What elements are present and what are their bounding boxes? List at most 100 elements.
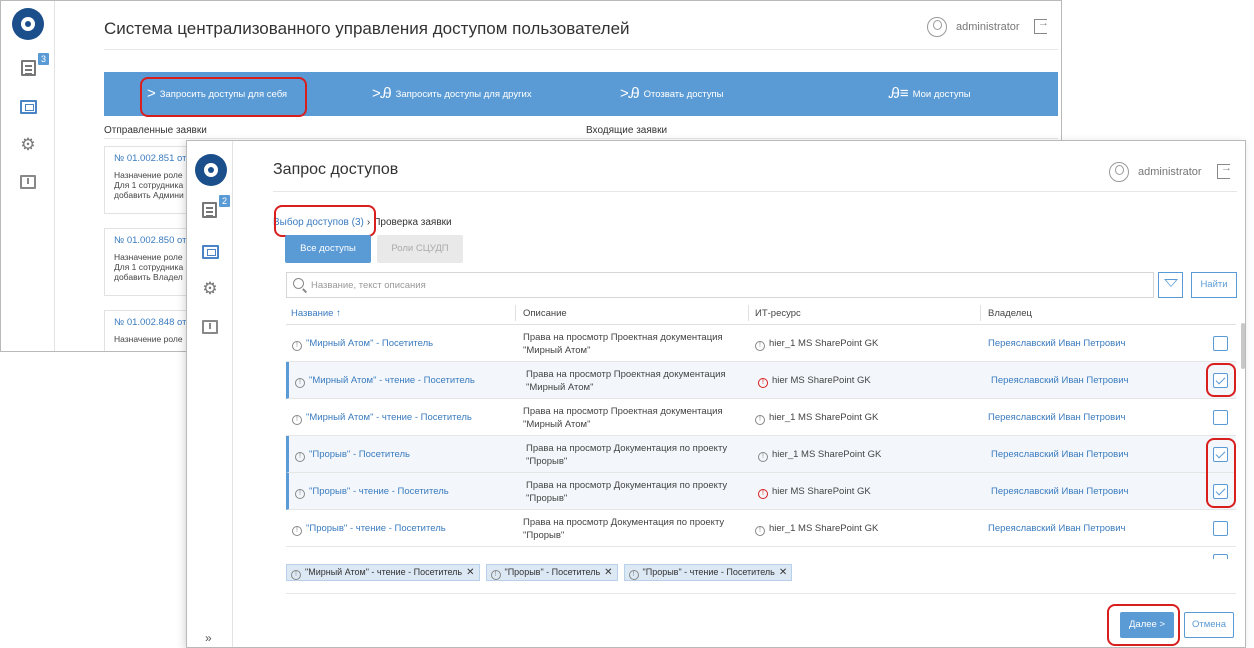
info-icon: ! <box>291 570 301 580</box>
chip-remove-icon[interactable]: ✕ <box>604 567 612 578</box>
page-title: Запрос доступов <box>273 161 399 178</box>
table-row[interactable]: ! "Мирный Атом" - чтение - Посетитель Пра… <box>286 399 1236 436</box>
user-name[interactable]: administrator <box>1138 166 1202 178</box>
resource-cell: ! hier_1 MS SharePoint GK <box>755 523 878 536</box>
info-icon[interactable]: ! <box>295 378 305 388</box>
request-number[interactable]: № 01.002.848 от <box>114 317 194 328</box>
logout-icon[interactable] <box>1034 17 1049 34</box>
alert-icon[interactable]: ! <box>758 378 768 388</box>
resource-cell: ! hier MS SharePoint GK <box>758 486 871 499</box>
request-line: Для 1 сотрудника <box>114 180 184 190</box>
request-line: добавить Админи <box>114 190 184 200</box>
info-icon[interactable]: ! <box>755 526 765 536</box>
owner-link[interactable]: Переяславский Иван Петрович <box>991 375 1128 386</box>
access-description: Права на просмотр Документация по проект… <box>526 443 728 467</box>
table-row[interactable]: ! "Прорыв" - чтение - Посетитель Права на… <box>286 473 1236 510</box>
info-icon[interactable]: ! <box>758 452 768 462</box>
user-arrow-icon: >Ꭿ <box>372 85 392 102</box>
nav-label: Запросить доступы для других <box>395 89 532 100</box>
resource-name: hier_1 MS SharePoint GK <box>769 523 879 534</box>
table-scrollbar[interactable] <box>1241 323 1245 369</box>
column-header-owner[interactable]: Владелец <box>988 308 1032 319</box>
access-name-link[interactable]: ! "Прорыв" - Посетитель <box>295 449 410 462</box>
find-button[interactable]: Найти <box>1191 272 1237 298</box>
access-name[interactable]: "Прорыв" - чтение - Посетитель <box>309 486 449 497</box>
nav-my-access[interactable]: Ꭿ≡ Мои доступы <box>889 72 971 116</box>
feedback-icon[interactable] <box>202 320 218 334</box>
tab-all-access[interactable]: Все доступы <box>285 235 371 263</box>
monitor-icon[interactable] <box>202 245 219 259</box>
access-name-link[interactable]: ! "Мирный Атом" - Посетитель <box>292 338 433 351</box>
monitor-icon[interactable] <box>20 100 37 114</box>
table-row[interactable]: ! "Прорыв" - Посетитель Права на просмотр… <box>286 436 1236 473</box>
request-line: Для 1 сотрудника <box>114 262 184 272</box>
access-description: Права на просмотр Документация по проект… <box>526 480 728 504</box>
owner-link[interactable]: Переяславский Иван Петрович <box>988 338 1125 349</box>
search-input[interactable] <box>311 273 1131 297</box>
access-name[interactable]: "Мирный Атом" - чтение - Посетитель <box>306 412 472 423</box>
info-icon[interactable]: ! <box>755 415 765 425</box>
request-number[interactable]: № 01.002.851 от <box>114 153 194 164</box>
column-header-resource[interactable]: ИТ-ресурс <box>755 308 801 319</box>
info-icon: ! <box>490 570 501 580</box>
highlight-next-button <box>1107 604 1180 646</box>
owner-link[interactable]: Переяславский Иван Петрович <box>991 486 1128 497</box>
feedback-icon[interactable] <box>20 175 36 189</box>
info-icon[interactable]: ! <box>295 452 305 462</box>
access-description: Права на просмотр Проектная документация… <box>526 369 726 393</box>
info-icon[interactable]: ! <box>292 526 302 536</box>
resource-cell: ! hier MS SharePoint GK <box>758 375 871 388</box>
table-header: Название ↑ Описание ИТ-ресурс Владелец <box>286 301 1236 325</box>
access-name[interactable]: "Прорыв" - Посетитель <box>309 449 410 460</box>
access-name-link[interactable]: ! "Прорыв" - чтение - Посетитель <box>295 486 449 499</box>
gear-icon[interactable]: ⚙ <box>18 136 38 154</box>
row-checkbox[interactable] <box>1213 410 1228 425</box>
breadcrumb-step-review[interactable]: Проверка заявки <box>373 217 451 228</box>
info-icon[interactable]: ! <box>755 341 765 351</box>
table-row[interactable]: ! "Мирный Атом" - чтение - Посетитель Пра… <box>286 362 1236 399</box>
column-header-name[interactable]: Название ↑ <box>291 308 341 319</box>
table-row[interactable]: ! "Прорыв" - чтение - Посетитель Права на… <box>286 510 1236 547</box>
tab-roles[interactable]: Роли СЦУДП <box>377 235 463 263</box>
request-number[interactable]: № 01.002.850 от <box>114 235 194 246</box>
requests-icon[interactable] <box>21 60 36 76</box>
access-name-link[interactable]: ! "Мирный Атом" - чтение - Посетитель <box>295 375 475 388</box>
resource-name: hier_1 MS SharePoint GK <box>769 338 879 349</box>
logout-icon[interactable] <box>1217 162 1232 179</box>
access-name-link[interactable]: ! "Прорыв" - чтение - Посетитель <box>292 523 446 536</box>
owner-link[interactable]: Переяславский Иван Петрович <box>988 523 1125 534</box>
filter-icon[interactable] <box>1158 272 1183 298</box>
info-icon[interactable]: ! <box>292 341 302 351</box>
user-avatar-icon[interactable] <box>1109 162 1129 182</box>
chip-remove-icon[interactable]: ✕ <box>779 567 787 578</box>
user-name[interactable]: administrator <box>956 21 1020 33</box>
info-icon[interactable]: ! <box>295 489 305 499</box>
chip-remove-icon[interactable]: ✕ <box>466 567 474 578</box>
row-checkbox[interactable] <box>1213 336 1228 351</box>
column-header-description[interactable]: Описание <box>523 308 567 319</box>
gear-icon[interactable]: ⚙ <box>200 280 220 298</box>
access-name[interactable]: "Мирный Атом" - чтение - Посетитель <box>309 375 475 386</box>
access-name[interactable]: "Прорыв" - чтение - Посетитель <box>306 523 446 534</box>
access-name[interactable]: "Мирный Атом" - Посетитель <box>306 338 433 349</box>
nav-revoke[interactable]: >Ꭿ Отозвать доступы <box>620 72 724 116</box>
highlight-checkbox <box>1206 363 1236 397</box>
nav-request-others[interactable]: >Ꭿ Запросить доступы для других <box>372 72 532 116</box>
fg-sidebar: 2 ⚙ » <box>187 141 233 647</box>
row-checkbox[interactable] <box>1213 521 1228 536</box>
owner-link[interactable]: Переяславский Иван Петрович <box>991 449 1128 460</box>
access-name-link[interactable]: ! "Мирный Атом" - чтение - Посетитель <box>292 412 472 425</box>
sort-ascending-icon: ↑ <box>336 308 341 319</box>
table-row[interactable]: ! "Мирный Атом" - Посетитель Права на про… <box>286 325 1236 362</box>
incoming-requests-label: Входящие заявки <box>586 125 668 136</box>
page-title: Система централизованного управления дос… <box>104 19 630 38</box>
cancel-button[interactable]: Отмена <box>1184 612 1234 638</box>
alert-icon[interactable]: ! <box>758 489 768 499</box>
owner-link[interactable]: Переяславский Иван Петрович <box>988 412 1125 423</box>
info-icon[interactable]: ! <box>292 415 302 425</box>
expand-sidebar-icon[interactable]: » <box>205 631 212 645</box>
user-avatar-icon[interactable] <box>927 17 947 37</box>
requests-icon[interactable] <box>202 202 217 218</box>
requests-badge: 2 <box>219 195 230 207</box>
row-checkbox[interactable] <box>1213 554 1228 559</box>
